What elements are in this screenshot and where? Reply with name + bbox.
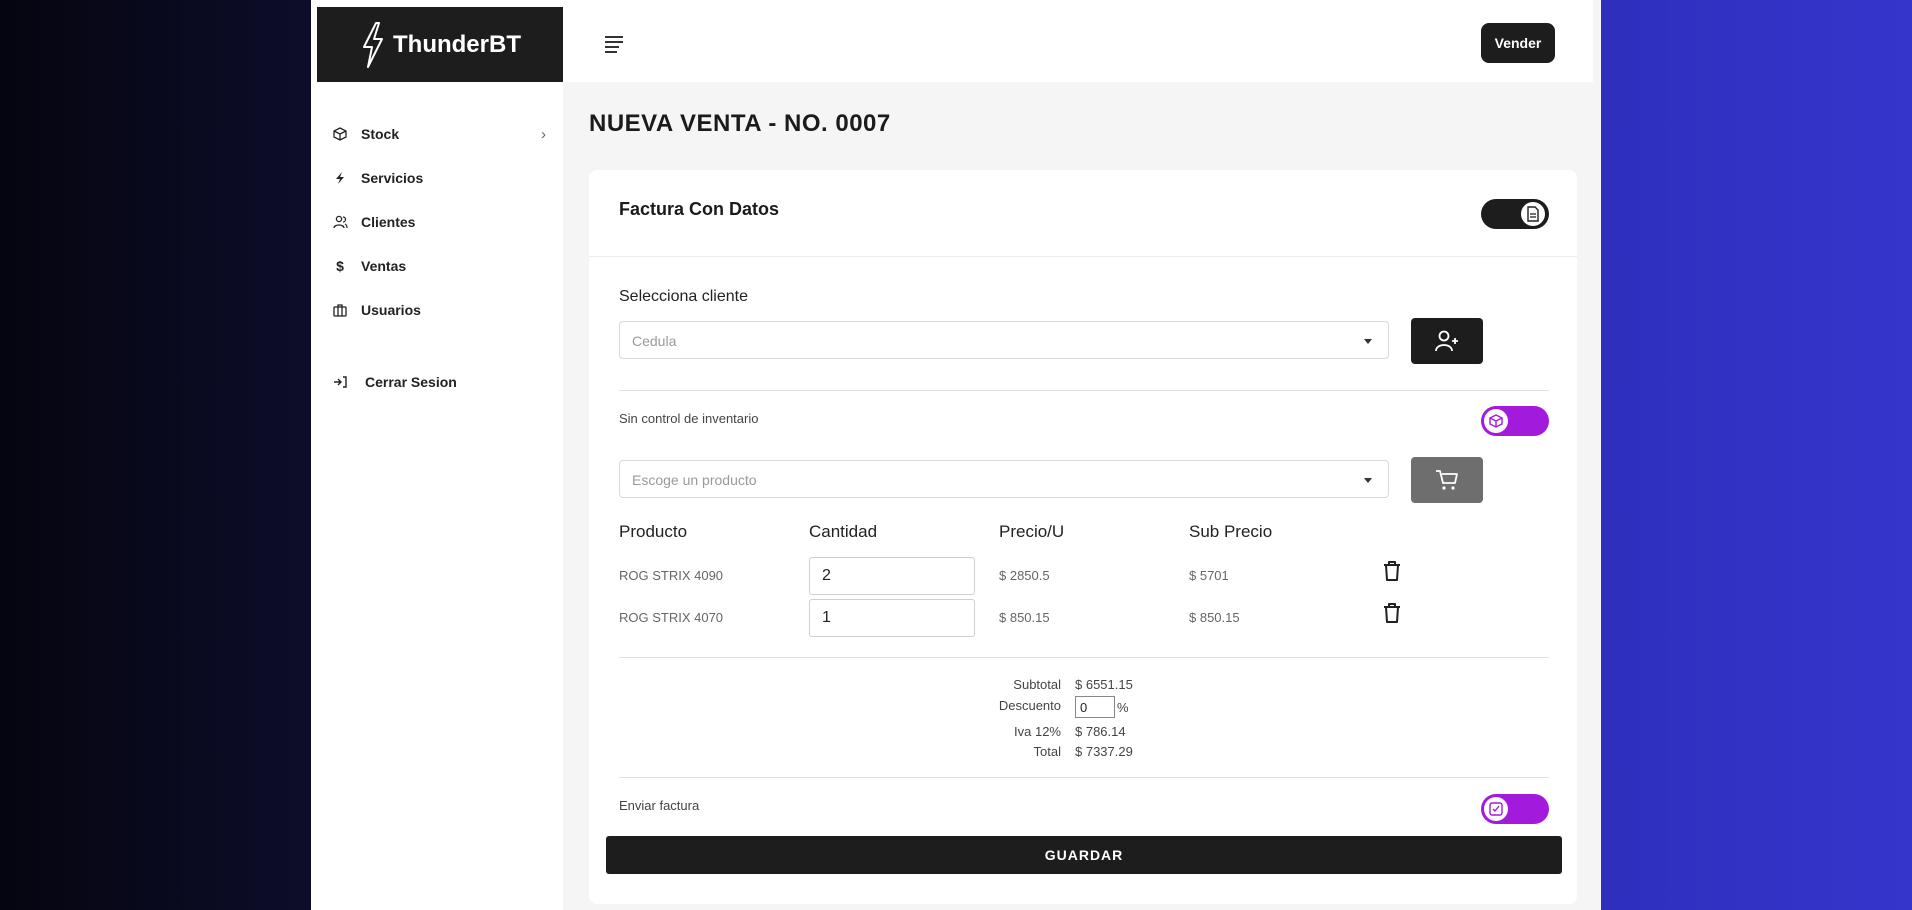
cliente-placeholder: Cedula <box>632 333 677 349</box>
iva-value: $ 786.14 <box>1075 724 1126 739</box>
logout-button[interactable]: Cerrar Sesion <box>331 360 546 404</box>
sidebar-item-clientes[interactable]: Clientes <box>331 200 546 244</box>
divider <box>619 657 1549 658</box>
inventario-label: Sin control de inventario <box>619 411 759 426</box>
caret-down-icon <box>1364 478 1372 483</box>
total-value: $ 7337.29 <box>1075 744 1133 759</box>
sidebar-item-label: Servicios <box>361 170 424 186</box>
divider <box>619 390 1549 391</box>
add-user-button[interactable] <box>1411 318 1483 364</box>
dollar-icon: $ <box>336 258 344 274</box>
row-1-producto: ROG STRIX 4090 <box>619 568 724 583</box>
checkbox-icon <box>1484 797 1508 821</box>
add-to-cart-button[interactable] <box>1411 457 1483 503</box>
page-title: NUEVA VENTA - NO. 0007 <box>589 110 891 137</box>
row-2-subprecio: $ 850.15 <box>1189 610 1240 625</box>
sidebar-item-label: Usuarios <box>361 302 421 318</box>
document-icon <box>1521 202 1545 226</box>
logout-label: Cerrar Sesion <box>365 374 457 390</box>
cliente-select[interactable]: Cedula <box>619 321 1389 359</box>
bolt-logo-icon <box>363 21 383 68</box>
sidebar-item-label: Clientes <box>361 214 416 230</box>
inventario-toggle[interactable] <box>1481 406 1549 436</box>
sidebar-item-usuarios[interactable]: Usuarios <box>331 288 546 332</box>
trash-icon[interactable] <box>1382 560 1402 582</box>
app-window: ThunderBT Stock › Servicios Clientes $ V… <box>311 0 1601 910</box>
sale-card: Factura Con Datos Selecciona cliente Ced… <box>589 170 1577 904</box>
producto-select[interactable]: Escoge un producto <box>619 460 1389 498</box>
logo[interactable]: ThunderBT <box>317 7 563 82</box>
add-user-icon <box>1435 330 1458 352</box>
producto-placeholder: Escoge un producto <box>632 472 757 488</box>
sidebar-nav: Stock › Servicios Clientes $ Ventas Usua… <box>331 112 546 404</box>
sidebar-item-label: Ventas <box>361 258 407 274</box>
enviar-factura-label: Enviar factura <box>619 798 700 813</box>
briefcase-icon <box>331 301 349 319</box>
sidebar-item-servicios[interactable]: Servicios <box>331 156 546 200</box>
cliente-label: Selecciona cliente <box>619 288 748 305</box>
sidebar-item-stock[interactable]: Stock › <box>331 112 546 156</box>
descuento-input[interactable]: 0 <box>1075 696 1115 718</box>
topbar: Vender <box>563 0 1593 82</box>
vender-button[interactable]: Vender <box>1481 23 1555 63</box>
factura-datos-toggle[interactable] <box>1481 199 1549 229</box>
row-1-subprecio: $ 5701 <box>1189 568 1229 583</box>
subtotal-label: Subtotal <box>1013 677 1061 692</box>
column-header-cantidad: Cantidad <box>809 522 878 541</box>
row-2-precio: $ 850.15 <box>999 610 1050 625</box>
guardar-button[interactable]: GUARDAR <box>606 836 1562 874</box>
menu-icon[interactable] <box>605 36 623 53</box>
subtotal-value: $ 6551.15 <box>1075 677 1133 692</box>
cart-icon <box>1436 470 1458 490</box>
column-header-subprecio: Sub Precio <box>1189 522 1273 541</box>
card-title: Factura Con Datos <box>619 199 780 219</box>
total-label: Total <box>1033 744 1061 759</box>
column-header-precio: Precio/U <box>999 522 1065 541</box>
enviar-factura-toggle[interactable] <box>1481 794 1549 824</box>
sidebar-item-ventas[interactable]: $ Ventas <box>331 244 546 288</box>
row-1-cantidad-input[interactable]: 2 <box>809 557 975 595</box>
trash-icon[interactable] <box>1382 602 1402 624</box>
brand-name: ThunderBT <box>393 30 521 58</box>
row-2-cantidad-input[interactable]: 1 <box>809 599 975 637</box>
users-icon <box>331 213 349 231</box>
sidebar: ThunderBT Stock › Servicios Clientes $ V… <box>311 0 563 910</box>
iva-label: Iva 12% <box>1014 724 1061 739</box>
descuento-label: Descuento <box>998 698 1061 713</box>
row-1-precio: $ 2850.5 <box>999 568 1050 583</box>
card-header: Factura Con Datos <box>589 170 1577 257</box>
row-2-producto: ROG STRIX 4070 <box>619 610 724 625</box>
divider <box>619 777 1549 778</box>
cube-icon <box>331 125 349 143</box>
sidebar-item-label: Stock <box>361 126 400 142</box>
main-content: Vender NUEVA VENTA - NO. 0007 Factura Co… <box>563 0 1601 910</box>
logout-icon <box>331 373 349 391</box>
bolt-icon <box>331 169 349 187</box>
column-header-producto: Producto <box>619 522 688 541</box>
descuento-unit: % <box>1117 700 1129 715</box>
chevron-right-icon: › <box>541 125 546 143</box>
cube-icon <box>1484 409 1508 433</box>
caret-down-icon <box>1364 339 1372 344</box>
